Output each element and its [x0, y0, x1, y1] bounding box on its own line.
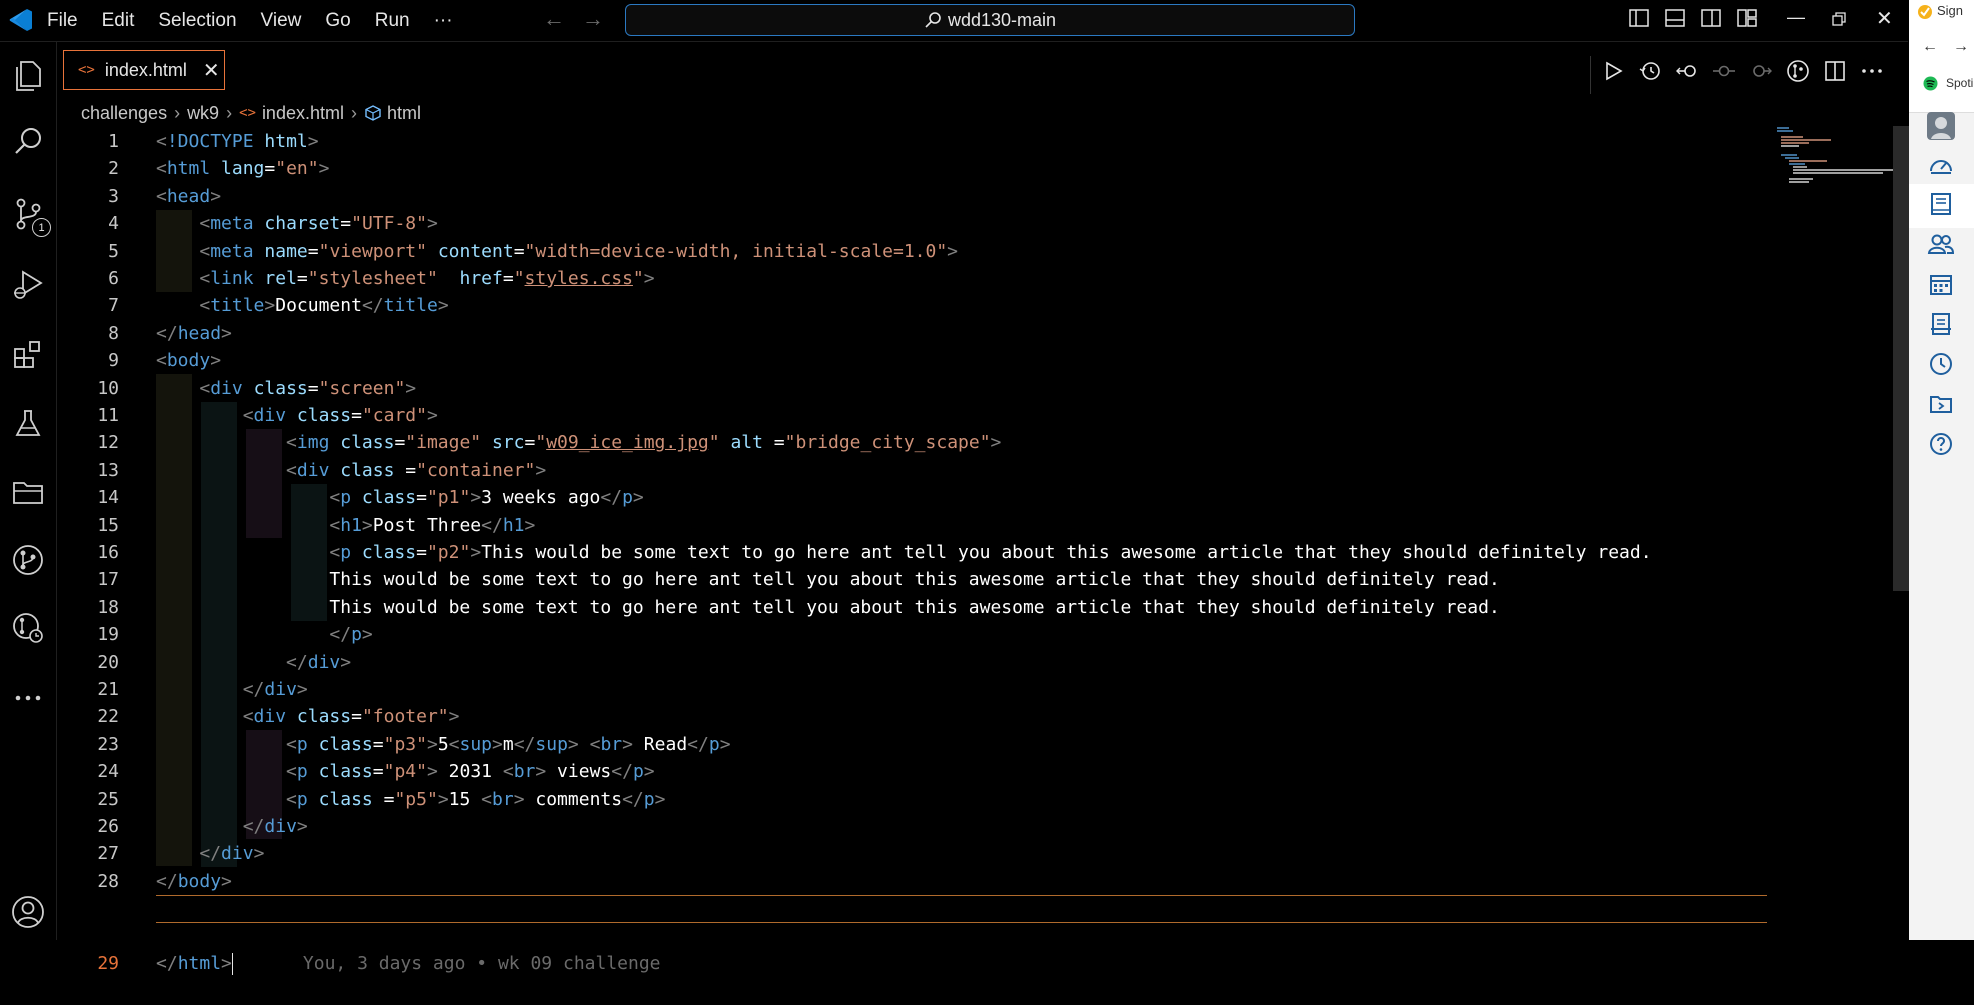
project-manager-icon[interactable]: [6, 470, 50, 514]
extensions-icon[interactable]: [6, 332, 50, 376]
split-editor-icon[interactable]: [1822, 58, 1848, 84]
spotify-icon: [1923, 76, 1938, 91]
menu-go[interactable]: Go: [325, 10, 350, 32]
restore-icon[interactable]: [1832, 12, 1846, 26]
forward-arrow-icon[interactable]: →: [582, 6, 604, 32]
close-tab-icon[interactable]: ✕: [203, 58, 220, 83]
toggle-primary-sidebar-icon[interactable]: [1628, 7, 1650, 29]
source-control-badge: 1: [32, 218, 51, 237]
explorer-icon[interactable]: [6, 54, 50, 98]
menu-bar: File Edit Selection View Go Run ···: [47, 0, 477, 41]
browser-back-icon[interactable]: ←: [1922, 38, 1938, 56]
menu-selection[interactable]: Selection: [158, 10, 236, 32]
html-file-icon: <>: [78, 62, 95, 78]
current-line-highlight: [156, 895, 1767, 924]
git-history-icon[interactable]: [6, 606, 50, 650]
menu-more[interactable]: ···: [434, 10, 453, 32]
open-changes-icon[interactable]: [1674, 58, 1700, 84]
menu-file[interactable]: File: [47, 10, 78, 32]
toggle-panel-icon[interactable]: [1664, 7, 1686, 29]
previous-change-icon[interactable]: [1711, 58, 1737, 84]
chevron-right-icon: ›: [226, 102, 233, 123]
toggle-secondary-sidebar-icon[interactable]: [1700, 7, 1722, 29]
accounts-icon[interactable]: [6, 890, 50, 934]
code-editor[interactable]: 1 <!DOCTYPE html> 2 <html lang="en"> 3 <hea…: [57, 128, 1907, 975]
symbol-element-icon: [365, 105, 381, 121]
breadcrumb-html[interactable]: html: [387, 103, 421, 124]
menu-edit[interactable]: Edit: [102, 10, 135, 32]
customize-layout-icon[interactable]: [1736, 7, 1758, 29]
search-icon: [925, 12, 941, 28]
layout-controls: [1628, 7, 1758, 29]
spotify-label[interactable]: Spoti: [1946, 76, 1973, 90]
breadcrumb-wk9[interactable]: wk9: [187, 103, 219, 124]
browser-panel-header: Sign ← → Spoti: [1909, 0, 1974, 113]
calendar-icon[interactable]: [1923, 266, 1959, 302]
people-icon[interactable]: [1923, 226, 1959, 262]
next-change-icon[interactable]: [1748, 58, 1774, 84]
sign-in-label[interactable]: Sign: [1937, 3, 1963, 18]
minimize-icon[interactable]: —: [1787, 7, 1805, 28]
close-window-icon[interactable]: ✕: [1876, 6, 1893, 31]
chevron-right-icon: ›: [350, 102, 357, 123]
source-control-icon[interactable]: 1: [6, 192, 51, 237]
text-cursor: [231, 953, 233, 975]
tab-label: index.html: [104, 59, 187, 80]
breadcrumb: challenges › wk9 › <> index.html › html: [81, 100, 421, 126]
tab-index-html[interactable]: <> index.html ✕: [63, 50, 225, 90]
clock-icon[interactable]: [1923, 346, 1959, 382]
notebook-icon[interactable]: [1923, 306, 1959, 342]
workspace-name: wdd130-main: [947, 9, 1057, 30]
dashboard-gauge-icon[interactable]: [1923, 148, 1959, 184]
tab-bar-divider: [1590, 56, 1591, 94]
breadcrumb-index-html[interactable]: index.html: [262, 103, 344, 124]
git-blame-annotation: You, 3 days ago • wk 09 challenge: [302, 953, 661, 974]
editor-actions: [1600, 56, 1885, 86]
menu-run[interactable]: Run: [375, 10, 410, 32]
minimap[interactable]: [1775, 126, 1895, 186]
help-icon[interactable]: [1923, 426, 1959, 462]
browser-side-panel: Sign ← → Spoti: [1909, 0, 1974, 940]
command-center-search[interactable]: wdd130-main: [625, 4, 1355, 36]
more-actions-icon[interactable]: [1859, 58, 1885, 84]
git-graph-icon[interactable]: [6, 538, 50, 582]
title-bar: File Edit Selection View Go Run ··· ← → …: [0, 0, 1908, 42]
run-and-debug-icon[interactable]: [6, 262, 50, 306]
html-file-icon: <>: [239, 105, 256, 121]
more-views-icon[interactable]: [6, 676, 50, 720]
back-arrow-icon[interactable]: ←: [543, 6, 565, 32]
book-icon[interactable]: [1923, 186, 1959, 222]
timeline-history-icon[interactable]: [1637, 58, 1663, 84]
browser-forward-icon[interactable]: →: [1953, 38, 1969, 56]
menu-view[interactable]: View: [261, 10, 302, 32]
norton-logo-icon: [1918, 5, 1932, 19]
activity-bar: 1: [0, 42, 57, 940]
run-icon[interactable]: [1600, 58, 1626, 84]
current-code-line: 29 </html> You, 3 days ago • wk 09 challen…: [57, 895, 1767, 975]
editor-scrollbar[interactable]: [1893, 126, 1909, 591]
breadcrumb-challenges[interactable]: challenges: [81, 103, 167, 124]
toggle-blame-icon[interactable]: [1785, 58, 1811, 84]
chevron-right-icon: ›: [174, 102, 181, 123]
avatar[interactable]: [1923, 108, 1959, 144]
folder-icon[interactable]: [1923, 386, 1959, 422]
vscode-logo-icon: [9, 9, 32, 31]
search-icon[interactable]: [6, 120, 50, 164]
testing-icon[interactable]: [6, 402, 50, 446]
